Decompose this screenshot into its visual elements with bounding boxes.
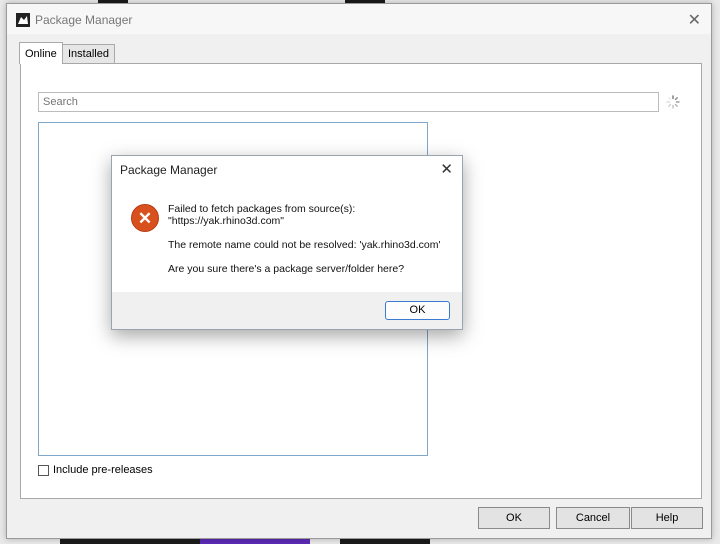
background-strip <box>340 539 430 544</box>
window-title: Package Manager <box>35 13 133 27</box>
error-icon: ✕ <box>131 204 159 232</box>
ok-button[interactable]: OK <box>478 507 550 529</box>
prerelease-option[interactable]: Include pre-releases <box>38 464 153 476</box>
background-strip <box>200 539 310 544</box>
help-button[interactable]: Help <box>631 507 703 529</box>
message-line: Are you sure there's a package server/fo… <box>168 263 405 275</box>
message-line: Failed to fetch packages from source(s): <box>168 203 356 215</box>
background-strip <box>60 539 200 544</box>
dialog-ok-button[interactable]: OK <box>385 301 450 320</box>
spinner-icon <box>666 95 680 109</box>
include-prereleases-label: Include pre-releases <box>53 464 153 476</box>
include-prereleases-checkbox[interactable] <box>38 464 49 476</box>
message-line: "https://yak.rhino3d.com" <box>168 215 285 227</box>
error-dialog: Package Manager ✕ ✕ Failed to fetch pack… <box>111 155 463 330</box>
tab-installed[interactable]: Installed <box>62 44 115 64</box>
cancel-button[interactable]: Cancel <box>556 507 630 529</box>
dialog-title: Package Manager <box>120 163 218 177</box>
close-icon[interactable]: ✕ <box>688 10 701 30</box>
rhino-icon <box>16 13 30 27</box>
search-input[interactable] <box>38 92 659 112</box>
dialog-message: Failed to fetch packages from source(s):… <box>168 203 453 275</box>
tab-online[interactable]: Online <box>19 42 63 64</box>
dialog-footer: OK <box>112 292 462 329</box>
message-line: The remote name could not be resolved: '… <box>168 239 441 251</box>
close-icon[interactable]: ✕ <box>440 160 453 178</box>
title-bar[interactable]: Package Manager ✕ <box>7 4 711 34</box>
